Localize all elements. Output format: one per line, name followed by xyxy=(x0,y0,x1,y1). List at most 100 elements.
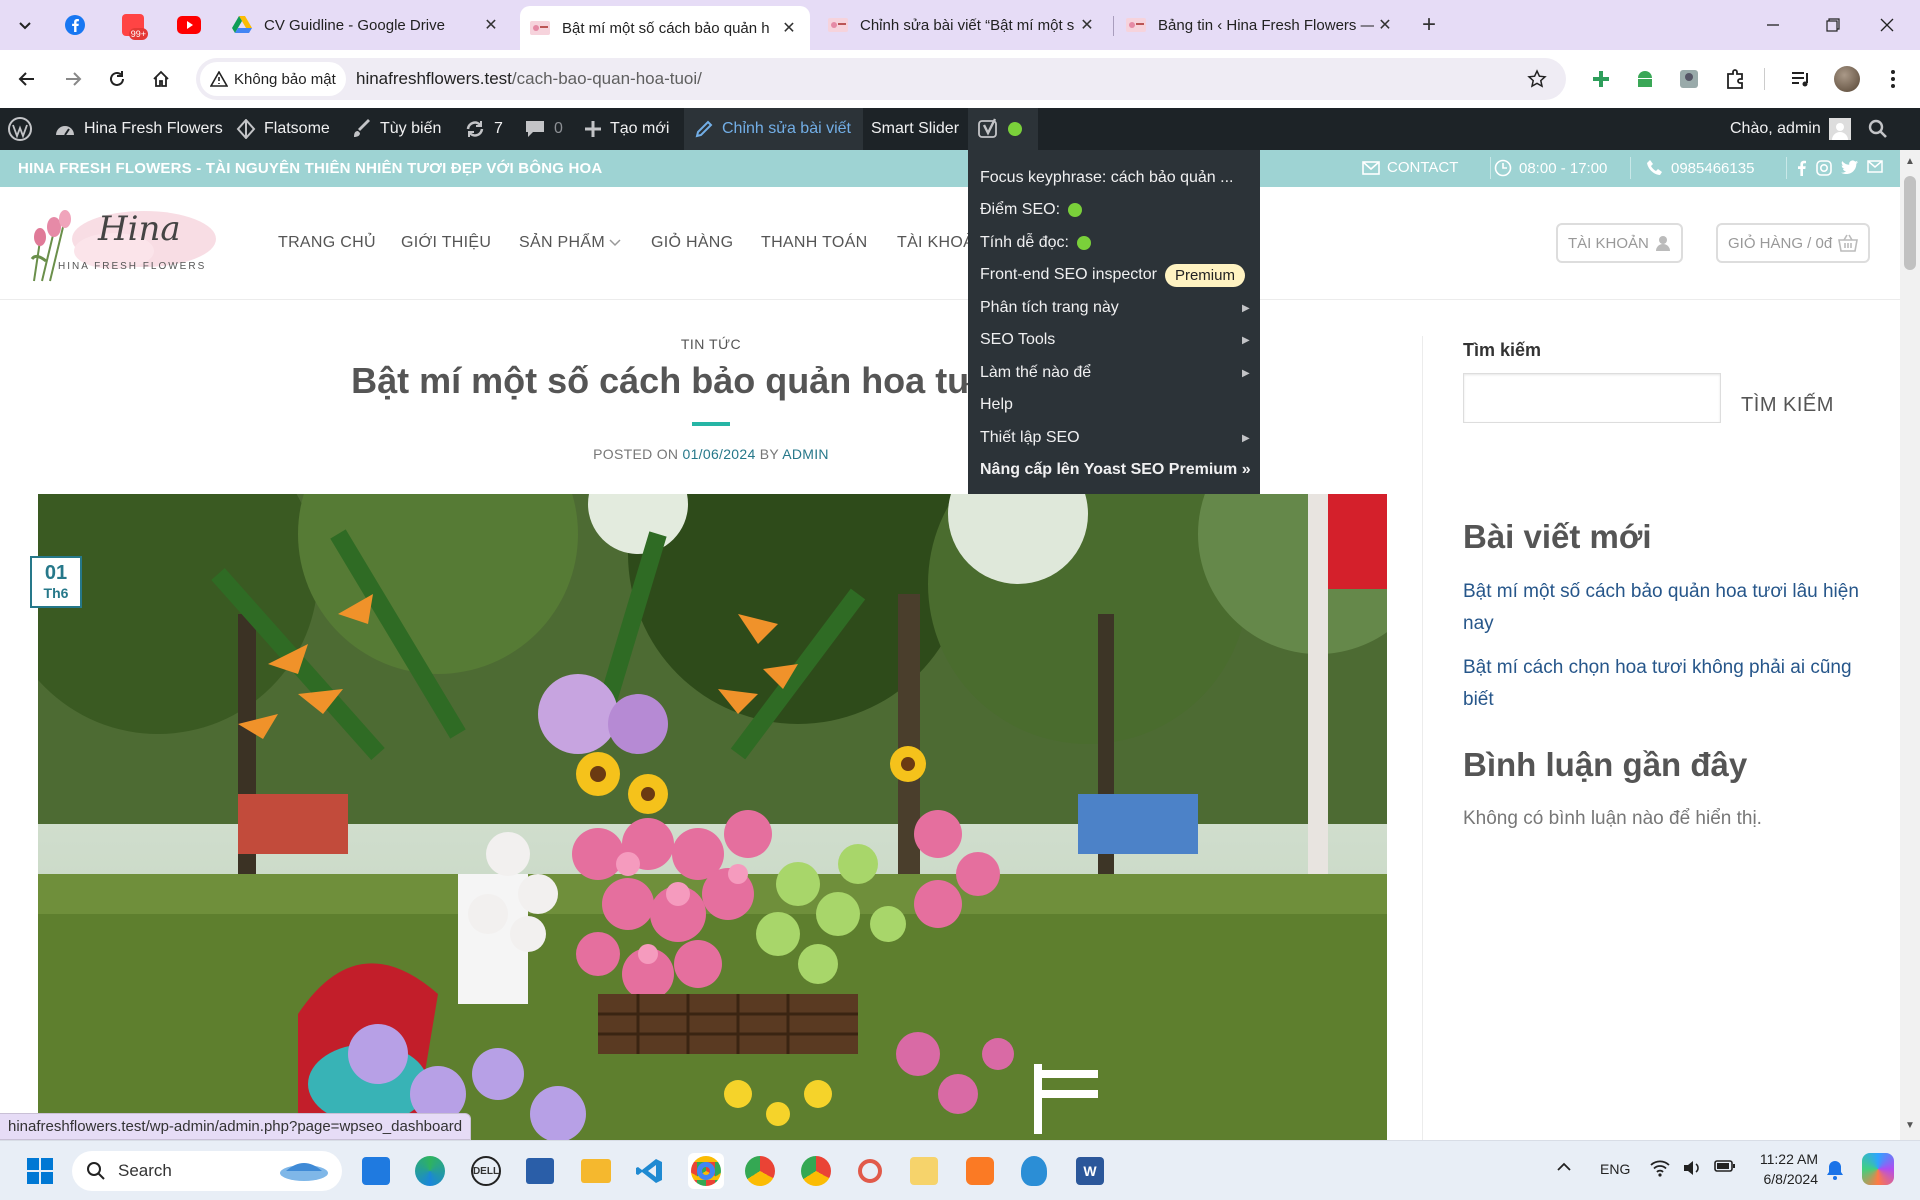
tab-dashboard[interactable]: Bảng tin ‹ Hina Fresh Flowers — ✕ xyxy=(1116,6,1406,44)
wp-logo-menu[interactable] xyxy=(8,108,32,150)
clock[interactable]: 11:22 AM 6/8/2024 xyxy=(1738,1149,1818,1189)
how-to-item[interactable]: Làm thế nào để ▶ xyxy=(980,358,1250,388)
wp-updates[interactable]: 7 xyxy=(464,108,503,150)
contact-link[interactable]: CONTACT xyxy=(1362,159,1458,176)
taskbar-app-office[interactable] xyxy=(852,1153,888,1189)
extension-sparkle[interactable] xyxy=(1584,62,1618,96)
focus-keyphrase-item[interactable]: Focus keyphrase: cách bảo quản ... xyxy=(980,163,1233,193)
wp-search-button[interactable] xyxy=(1868,108,1888,150)
extensions-button[interactable] xyxy=(1718,62,1752,96)
reload-button[interactable] xyxy=(100,62,134,96)
sidebar-search-input[interactable] xyxy=(1463,373,1721,423)
taskbar-app-chrome-3[interactable] xyxy=(798,1153,834,1189)
restore-button[interactable] xyxy=(1816,8,1850,42)
address-bar[interactable]: Không bảo mật hinafreshflowers.test/cach… xyxy=(196,58,1566,100)
notifications-button[interactable] xyxy=(1826,1159,1844,1181)
sidebar-search-button[interactable]: TÌM KIẾM xyxy=(1735,382,1840,428)
close-icon[interactable]: ✕ xyxy=(1076,15,1098,35)
forward-button[interactable] xyxy=(56,62,90,96)
cart-button[interactable]: GIỎ HÀNG / 0đ xyxy=(1716,223,1871,263)
close-icon[interactable]: ✕ xyxy=(480,15,502,35)
nav-gioi-thieu[interactable]: GIỚI THIỆU xyxy=(401,234,491,252)
phone-link[interactable]: 0985466135 xyxy=(1646,159,1754,177)
wp-site-name[interactable]: Hina Fresh Flowers xyxy=(54,108,223,150)
wp-theme-flatsome[interactable]: Flatsome xyxy=(236,108,330,150)
taskbar-app-mysql[interactable] xyxy=(1016,1153,1052,1189)
tab-edit-post[interactable]: Chỉnh sửa bài viết “Bật mí một s ✕ xyxy=(818,6,1108,44)
wp-my-account[interactable]: Chào, admin xyxy=(1730,108,1851,150)
pinned-tab-notifications[interactable]: 99+ xyxy=(116,8,150,42)
recent-post-link[interactable]: Bật mí cách chọn hoa tươi không phải ai … xyxy=(1463,652,1873,716)
seo-score-item[interactable]: Điểm SEO: xyxy=(980,195,1083,225)
scroll-up-arrow[interactable]: ▲ xyxy=(1905,156,1915,167)
analyze-page-item[interactable]: Phân tích trang này ▶ xyxy=(980,293,1250,323)
home-button[interactable] xyxy=(144,62,178,96)
language-indicator[interactable]: ENG xyxy=(1600,1161,1630,1177)
readability-item[interactable]: Tính dễ đọc: xyxy=(980,228,1091,258)
recent-post-link[interactable]: Bật mí một số cách bảo quản hoa tươi lâu… xyxy=(1463,576,1873,640)
start-button[interactable] xyxy=(22,1153,58,1189)
extension-profile[interactable] xyxy=(1672,62,1706,96)
bookmark-star-button[interactable] xyxy=(1520,62,1554,96)
taskbar-app-store[interactable] xyxy=(522,1153,558,1189)
post-date[interactable]: 01/06/2024 xyxy=(683,446,756,462)
seo-inspector-item[interactable]: Front-end SEO inspector Premium xyxy=(980,260,1245,290)
taskbar-app-zoom[interactable] xyxy=(358,1153,394,1189)
post-author[interactable]: ADMIN xyxy=(782,446,829,462)
account-button[interactable]: TÀI KHOẢN xyxy=(1556,223,1683,263)
wp-smart-slider[interactable]: Smart Slider xyxy=(871,108,959,150)
browser-menu-button[interactable] xyxy=(1876,62,1910,96)
wp-comments[interactable]: 0 xyxy=(524,108,563,150)
url-text[interactable]: hinafreshflowers.test/cach-bao-quan-hoa-… xyxy=(356,69,702,89)
tab-google-drive[interactable]: CV Guidline - Google Drive ✕ xyxy=(222,6,512,44)
system-tray-icons[interactable] xyxy=(1650,1159,1736,1177)
instagram-icon[interactable] xyxy=(1816,160,1832,176)
seo-tools-item[interactable]: SEO Tools ▶ xyxy=(980,325,1250,355)
taskbar-app-xampp[interactable] xyxy=(962,1153,998,1189)
yoast-menu-button[interactable] xyxy=(968,108,1038,150)
scroll-down-arrow[interactable]: ▼ xyxy=(1905,1120,1915,1131)
taskbar-app-snip[interactable] xyxy=(906,1153,942,1189)
taskbar-search[interactable]: Search xyxy=(72,1151,342,1191)
extension-android[interactable] xyxy=(1628,62,1662,96)
nav-gio-hang[interactable]: GIỎ HÀNG xyxy=(651,234,733,252)
scrollbar-thumb[interactable] xyxy=(1904,176,1916,270)
wp-new-content[interactable]: Tạo mới xyxy=(584,108,669,150)
facebook-icon[interactable] xyxy=(1795,160,1807,176)
wp-edit-post[interactable]: Chỉnh sửa bài viết xyxy=(684,108,863,150)
pinned-tab-facebook[interactable] xyxy=(58,8,92,42)
email-icon[interactable] xyxy=(1867,160,1883,173)
page-scrollbar[interactable]: ▲ ▼ xyxy=(1900,150,1920,1140)
back-button[interactable] xyxy=(10,62,44,96)
tray-overflow-button[interactable] xyxy=(1556,1161,1572,1173)
copilot-button[interactable] xyxy=(1862,1153,1894,1185)
taskbar-app-chrome-2[interactable] xyxy=(742,1153,778,1189)
pinned-tab-youtube[interactable] xyxy=(172,8,206,42)
tab-search-button[interactable] xyxy=(8,8,42,42)
close-icon[interactable]: ✕ xyxy=(1374,15,1396,35)
close-icon[interactable]: ✕ xyxy=(778,18,800,38)
nav-thanh-toan[interactable]: THANH TOÁN xyxy=(761,234,867,252)
taskbar-app-vscode[interactable] xyxy=(632,1153,668,1189)
site-logo[interactable]: Hina HINA FRESH FLOWERS xyxy=(24,201,220,283)
upgrade-premium-item[interactable]: Nâng cấp lên Yoast SEO Premium » xyxy=(980,455,1251,485)
seo-settings-item[interactable]: Thiết lập SEO ▶ xyxy=(980,423,1250,453)
wp-customize[interactable]: Tùy biến xyxy=(352,108,441,150)
taskbar-app-chrome-active[interactable] xyxy=(688,1153,724,1189)
security-chip[interactable]: Không bảo mật xyxy=(200,62,346,96)
taskbar-app-edge[interactable] xyxy=(412,1153,448,1189)
taskbar-app-dell[interactable]: DELL xyxy=(468,1153,504,1189)
minimize-button[interactable] xyxy=(1756,8,1790,42)
taskbar-app-word[interactable]: W xyxy=(1072,1153,1108,1189)
close-window-button[interactable] xyxy=(1870,8,1904,42)
taskbar-app-explorer[interactable] xyxy=(578,1153,614,1189)
nav-trang-chu[interactable]: TRANG CHỦ xyxy=(278,234,376,252)
nav-tai-khoan[interactable]: TÀI KHOẢ xyxy=(897,234,974,252)
media-controls-button[interactable] xyxy=(1784,62,1818,96)
nav-san-pham[interactable]: SẢN PHẨM xyxy=(519,234,621,252)
twitter-icon[interactable] xyxy=(1841,160,1858,174)
help-item[interactable]: Help xyxy=(980,390,1013,420)
profile-avatar[interactable] xyxy=(1830,62,1864,96)
tab-active-post[interactable]: Bật mí một số cách bảo quản h ✕ xyxy=(520,6,810,50)
new-tab-button[interactable]: + xyxy=(1412,8,1446,42)
